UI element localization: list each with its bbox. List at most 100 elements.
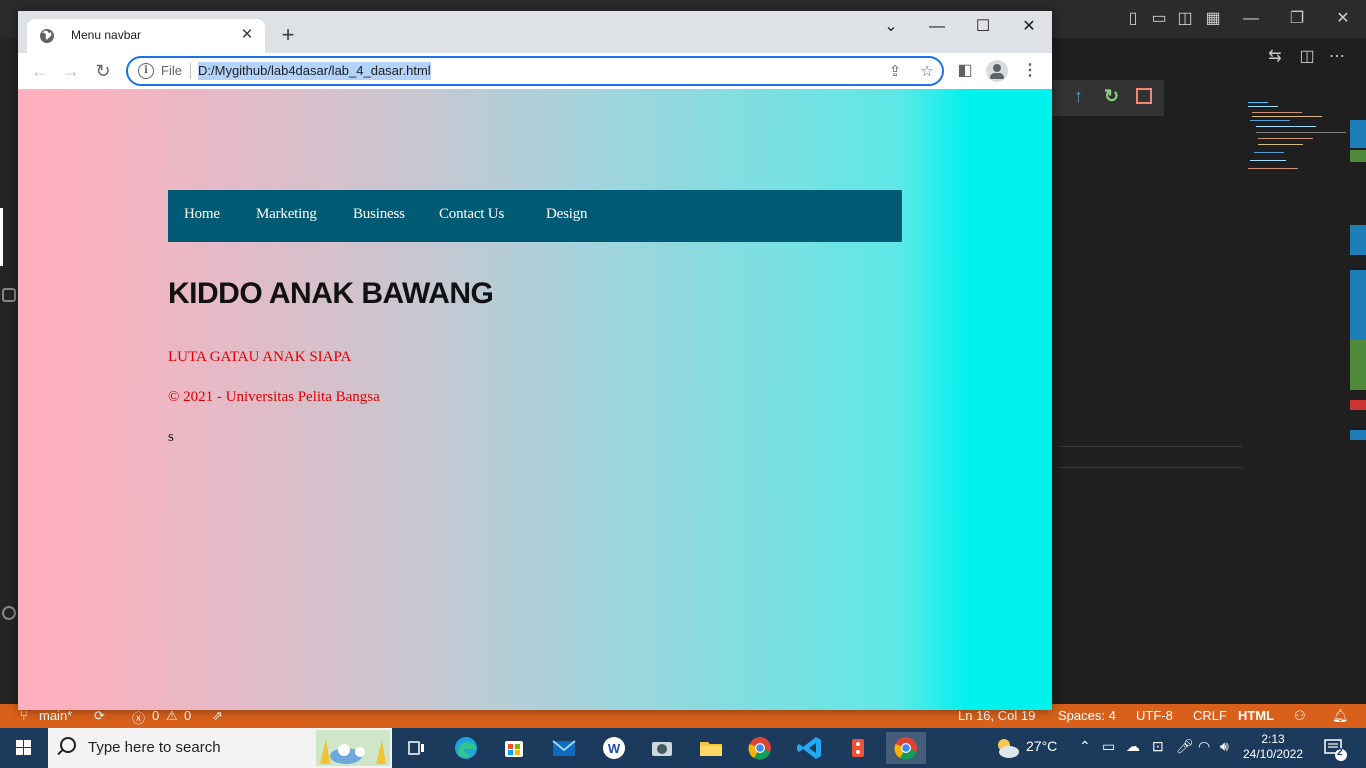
minimize-button[interactable]: — (914, 13, 960, 43)
toggle-panel-icon[interactable]: ▭ (1146, 6, 1172, 32)
branch-icon: ⑂ (20, 708, 28, 723)
stray-text: s (168, 429, 174, 445)
explorer-icon[interactable] (691, 732, 731, 764)
windows-taskbar: Type here to search W 27°C ⌃ ▭ ☁ ⊡ 🎤︎ ◠ … (0, 728, 1366, 768)
svg-text:W: W (608, 741, 621, 756)
compare-changes-icon[interactable]: ⇆ (1262, 44, 1288, 70)
cursor-position[interactable]: Ln 16, Col 19 (958, 708, 1035, 723)
maximize-button[interactable]: ☐ (960, 13, 1006, 43)
volume-icon[interactable]: 🔊︎ (1220, 738, 1229, 755)
tab-title: Menu navbar (71, 28, 142, 42)
chrome-menu-icon[interactable]: ⋮ (1017, 58, 1043, 84)
page-title: KIDDO ANAK BAWANG (168, 277, 494, 310)
toggle-sidebar-icon[interactable]: ▯ (1120, 6, 1146, 32)
camera-icon[interactable] (642, 732, 682, 764)
stop-icon[interactable] (1136, 88, 1152, 104)
nav-link-marketing[interactable]: Marketing (256, 206, 317, 223)
accounts-icon[interactable] (2, 606, 16, 620)
feedback-icon[interactable]: ⚇ (1294, 708, 1306, 724)
warning-count[interactable]: 0 (184, 708, 191, 723)
clock-date: 24/10/2022 (1242, 747, 1304, 761)
share-icon[interactable]: ⇪ (884, 61, 906, 83)
vscode-restore-icon[interactable]: ❐ (1284, 6, 1310, 32)
notifications-bell-icon[interactable]: 🔔︎ (1332, 708, 1349, 724)
word-icon[interactable]: W (594, 732, 634, 764)
browser-toolbar: ← → ↻ i File D:/Mygithub/lab4dasar/lab_4… (18, 53, 1052, 89)
search-placeholder: Type here to search (88, 739, 221, 756)
vscode-editor-actions: ⇆ ◫ ⋯ (1052, 38, 1366, 76)
wifi-icon[interactable]: ◠ (1198, 738, 1210, 755)
store-icon[interactable] (494, 732, 534, 764)
tab-close-icon[interactable]: ✕ (237, 25, 257, 45)
notification-count: 2 (1337, 747, 1343, 758)
page-navbar: Home Marketing Business Contact Us Desig… (168, 190, 902, 242)
side-panel-icon[interactable]: ◧ (952, 58, 978, 84)
clock-time: 2:13 (1261, 732, 1285, 746)
nav-link-business[interactable]: Business (353, 206, 405, 223)
warning-icon: ⚠ (166, 708, 178, 723)
windows-start-icon[interactable] (0, 728, 48, 768)
battery-icon[interactable]: ▭ (1102, 738, 1115, 755)
nav-link-home[interactable]: Home (184, 206, 220, 223)
taskbar-clock[interactable]: 2:13 24/10/2022 (1236, 732, 1310, 762)
weather-temperature[interactable]: 27°C (1026, 738, 1057, 754)
new-tab-button[interactable]: + (276, 23, 300, 47)
search-highlight-illustration (316, 730, 390, 766)
restart-icon[interactable]: ↻ (1104, 86, 1119, 107)
tab-search-icon[interactable]: ⌄ (868, 13, 914, 43)
copyright-text: © 2021 - Universitas Pelita Bangsa (168, 389, 380, 405)
forward-icon[interactable]: → (58, 58, 84, 84)
edge-icon[interactable] (446, 732, 486, 764)
close-window-button[interactable]: ✕ (1006, 13, 1052, 43)
tab-strip: Menu navbar ✕ + ⌄ — ☐ ✕ (18, 11, 1052, 53)
vscode-icon[interactable] (790, 732, 830, 764)
task-view-icon[interactable] (396, 732, 436, 764)
search-icon (60, 737, 76, 753)
reload-icon[interactable]: ↻ (90, 58, 116, 84)
error-count[interactable]: 0 (152, 708, 159, 723)
onedrive-cloud-icon[interactable]: ☁ (1126, 738, 1140, 755)
more-actions-icon[interactable]: ⋯ (1324, 44, 1350, 70)
minimap[interactable] (1240, 100, 1350, 175)
mail-icon[interactable] (544, 732, 584, 764)
file-encoding[interactable]: UTF-8 (1136, 708, 1173, 723)
notification-center-icon[interactable] (1322, 736, 1348, 762)
indentation[interactable]: Spaces: 4 (1058, 708, 1116, 723)
weather-cloud-icon[interactable] (994, 736, 1020, 760)
address-bar[interactable]: i File D:/Mygithub/lab4dasar/lab_4_dasar… (126, 56, 944, 86)
live-share-icon[interactable]: ⇗ (212, 708, 223, 724)
sync-icon[interactable]: ⟳ (94, 708, 105, 724)
git-icon[interactable] (838, 732, 878, 764)
vscode-activity-bar (0, 38, 18, 704)
nav-link-contact-us[interactable]: Contact Us (439, 206, 504, 223)
taskbar-search[interactable]: Type here to search (48, 728, 392, 768)
meet-now-icon[interactable]: ⊡ (1152, 738, 1164, 755)
language-mode[interactable]: HTML (1238, 708, 1274, 723)
page-subtitle: LUTA GATAU ANAK SIAPA (168, 349, 352, 365)
error-icon: ⓧ (132, 711, 146, 726)
vscode-minimize-icon[interactable]: — (1238, 6, 1264, 32)
microphone-icon[interactable]: 🎤︎ (1176, 738, 1194, 755)
extensions-icon[interactable] (2, 288, 16, 302)
profile-avatar-icon[interactable] (986, 60, 1008, 82)
nav-link-design[interactable]: Design (546, 206, 587, 223)
back-icon[interactable]: ← (27, 58, 53, 84)
chrome-icon[interactable] (740, 732, 780, 764)
toggle-secondary-sidebar-icon[interactable]: ◫ (1172, 6, 1198, 32)
chrome-window: Menu navbar ✕ + ⌄ — ☐ ✕ ← → ↻ i File D:/… (18, 11, 1052, 710)
bookmark-star-icon[interactable]: ☆ (916, 61, 938, 83)
vscode-close-icon[interactable]: ✕ (1330, 6, 1356, 32)
url-text[interactable]: D:/Mygithub/lab4dasar/lab_4_dasar.html (198, 62, 431, 80)
branch-status[interactable]: main* (39, 708, 72, 723)
browser-tab[interactable]: Menu navbar ✕ (27, 19, 265, 53)
site-info-icon[interactable]: i (138, 63, 154, 79)
customize-layout-icon[interactable]: ▦ (1200, 6, 1226, 32)
line-endings[interactable]: CRLF (1193, 708, 1227, 723)
globe-icon (40, 29, 54, 43)
chrome-active-icon[interactable] (886, 732, 926, 764)
split-editor-icon[interactable]: ◫ (1294, 44, 1320, 70)
editor-scrollbar[interactable] (1350, 100, 1366, 700)
page-viewport: Home Marketing Business Contact Us Desig… (18, 89, 1052, 710)
step-out-icon[interactable]: ↑ (1074, 86, 1083, 107)
show-hidden-icons-icon[interactable]: ⌃ (1079, 738, 1091, 755)
